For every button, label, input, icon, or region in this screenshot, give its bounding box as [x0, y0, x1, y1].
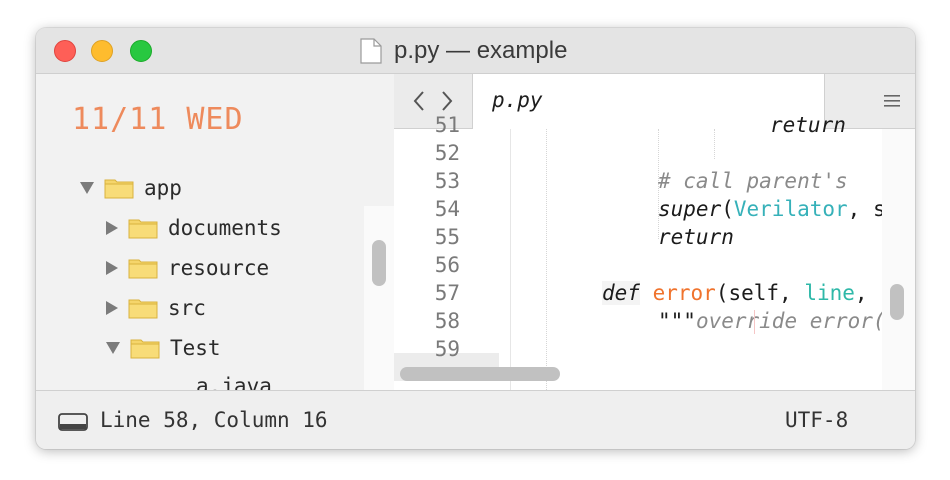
text-cursor: [754, 310, 755, 334]
tree-item-label: a.java: [196, 374, 272, 390]
editor-vertical-scrollbar[interactable]: [890, 284, 904, 320]
tree-item-label: documents: [168, 216, 282, 240]
code-text: (self,: [715, 281, 805, 305]
tree-item-documents[interactable]: documents: [106, 213, 282, 243]
disclosure-arrow-icon[interactable]: [80, 182, 94, 194]
code-keyword: return: [658, 225, 734, 249]
indent-guide: [546, 129, 547, 390]
code-string-quote: """: [658, 309, 696, 333]
line-number: 55: [434, 225, 460, 249]
code-line-51: return: [770, 113, 846, 137]
disclosure-arrow-icon[interactable]: [106, 301, 118, 315]
menu-icon[interactable]: [884, 95, 900, 107]
code-comment: # call parent's: [658, 169, 848, 193]
line-number: 51: [434, 113, 460, 137]
disclosure-arrow-icon[interactable]: [106, 342, 120, 354]
folder-icon: [128, 259, 158, 279]
forward-chevron-icon[interactable]: [440, 90, 454, 112]
back-chevron-icon[interactable]: [412, 90, 426, 112]
code-parameter: line: [804, 281, 855, 305]
line-number: 54: [434, 197, 460, 221]
line-number: 57: [434, 281, 460, 305]
line-number-gutter: 51 52 53 54 55 56 57 58 59: [394, 113, 511, 390]
tree-item-label: Test: [170, 336, 221, 360]
tree-item-app[interactable]: app: [80, 173, 182, 203]
sidebar-scroll-track: [364, 206, 394, 390]
close-window-button[interactable]: [54, 40, 76, 62]
line-number: 53: [434, 169, 460, 193]
tree-item-label: resource: [168, 256, 270, 280]
code-line-57: def error(self, line, c: [602, 281, 893, 305]
line-number-current: 58: [434, 309, 460, 333]
tab-label: p.py: [492, 88, 543, 112]
code-editor[interactable]: p.py 51 52 53 54 55 56 57 58 59 return #…: [394, 74, 915, 390]
code-line-53: # call parent's: [658, 169, 848, 193]
editor-window: p.py — example 11/11 WED app documents r…: [36, 28, 915, 449]
panel-toggle-icon[interactable]: [58, 413, 88, 431]
folder-icon: [104, 179, 134, 199]
cursor-position[interactable]: Line 58, Column 16: [100, 408, 328, 432]
encoding-indicator[interactable]: UTF-8: [785, 408, 848, 432]
minimize-window-button[interactable]: [91, 40, 113, 62]
code-line-55: return: [658, 225, 734, 249]
code-punctuation: (: [721, 197, 734, 221]
tree-item-test[interactable]: Test: [106, 333, 221, 363]
tree-item-resource[interactable]: resource: [106, 253, 269, 283]
code-line-58: """override error(): [658, 309, 898, 333]
document-icon: [360, 38, 382, 64]
code-keyword: def: [602, 281, 640, 305]
folder-icon: [130, 339, 160, 359]
editor-horizontal-scrollbar[interactable]: [400, 367, 560, 381]
indent-guide: [714, 129, 715, 159]
code-keyword: return: [770, 113, 846, 137]
code-function-name: error: [652, 281, 716, 305]
sidebar-scrollbar[interactable]: [372, 240, 386, 286]
tree-item-a-java[interactable]: a.java: [196, 371, 272, 390]
code-class-name: Verilator: [733, 197, 848, 221]
sidebar: 11/11 WED app documents resource src Tes…: [36, 74, 394, 390]
line-number: 56: [434, 253, 460, 277]
status-bar: Line 58, Column 16 UTF-8: [36, 390, 915, 449]
code-docstring: override error(): [695, 309, 899, 333]
tree-item-label: app: [144, 176, 182, 200]
folder-icon: [128, 299, 158, 319]
sidebar-date: 11/11 WED: [72, 102, 244, 137]
code-builtin: super: [658, 197, 722, 221]
folder-icon: [128, 219, 158, 239]
tree-item-src[interactable]: src: [106, 293, 206, 323]
editor-vertical-scroll-track: [882, 129, 915, 390]
window-title-text: p.py — example: [394, 37, 568, 64]
disclosure-arrow-icon[interactable]: [106, 221, 118, 235]
title-bar: p.py — example: [36, 28, 915, 74]
tree-item-label: src: [168, 296, 206, 320]
zoom-window-button[interactable]: [130, 40, 152, 62]
window-title: p.py — example: [360, 37, 567, 65]
code-line-54: super(Verilator, se: [658, 197, 898, 221]
disclosure-arrow-icon[interactable]: [106, 261, 118, 275]
line-number: 52: [434, 141, 460, 165]
line-number: 59: [434, 337, 460, 361]
